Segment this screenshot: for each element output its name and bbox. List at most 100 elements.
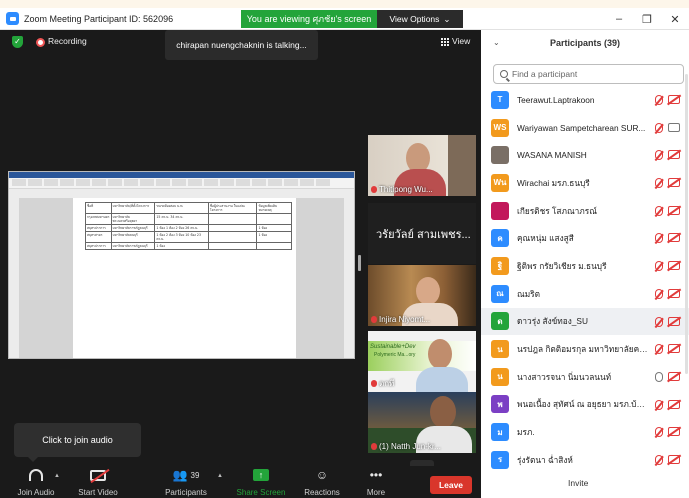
tile-name-large: วรัยวัลย์ สามเพชร...	[376, 229, 471, 241]
participant-row[interactable]: ค คุณหนุ่ม แสงสูสี	[481, 224, 689, 252]
headphone-icon	[29, 469, 43, 481]
mic-icon	[655, 371, 663, 382]
participant-name: Wariyawan Sampetcharean SUR...	[517, 122, 646, 133]
title-bar: Zoom Meeting Participant ID: 562096 You …	[0, 8, 689, 30]
more-button[interactable]: ••• More	[364, 466, 388, 498]
mic-muted-icon	[655, 316, 663, 327]
video-tile[interactable]: Sustainable+Dev Polymeric Ma...ory ตกที	[368, 331, 476, 392]
viewing-screen-label: You are viewing ศุภชัย's screen	[241, 10, 377, 28]
share-screen-icon: ↑	[253, 469, 269, 481]
video-off-icon	[668, 233, 680, 243]
video-tile[interactable]: Thitipong Wu...	[368, 135, 476, 196]
document-table-cell: ชื่อผู้ประสานงาน ในแต่ละโครงการ	[207, 202, 258, 214]
participant-row[interactable]: WS Wariyawan Sampetcharean SUR...	[481, 114, 689, 142]
viewing-banner: You are viewing ศุภชัย's screen View Opt…	[241, 10, 463, 28]
participant-row[interactable]: น นางสาวรจนา นิ่มนวลนนท์	[481, 363, 689, 391]
tile-name: ตกที	[379, 379, 395, 388]
background-logo-subtext: Polymeric Ma...ory	[374, 352, 416, 358]
document-table-cell: ขนาดห้องสอบ ม.ท.	[154, 202, 209, 214]
audio-options-caret[interactable]: ▲	[52, 466, 62, 498]
video-off-icon	[668, 454, 680, 464]
leave-button[interactable]: Leave	[430, 476, 472, 494]
participant-name: Teerawut.Laptrakoon	[517, 94, 595, 105]
document-table-cell	[207, 213, 258, 225]
grid-view-icon[interactable]	[441, 38, 449, 46]
share-screen-button[interactable]: ↑ Share Screen	[236, 466, 286, 498]
participant-avatar: พ	[491, 395, 509, 414]
participant-row[interactable]: WASANA MANISH	[481, 141, 689, 169]
chevron-down-icon: ⌄	[443, 13, 451, 24]
mic-muted-icon	[655, 288, 663, 299]
mic-muted-icon	[371, 380, 377, 387]
participant-row[interactable]: ณ ณมริต	[481, 280, 689, 308]
document-table-cell	[207, 224, 258, 232]
minimize-button[interactable]: –	[608, 10, 630, 28]
document-table-cell	[256, 242, 292, 250]
view-button[interactable]: View	[452, 36, 470, 46]
participant-name: นรปฎล กิตติอมรกุล มหาวิทยาลัยคริสเ...	[517, 344, 649, 355]
recording-icon	[36, 38, 45, 47]
document-table-cell	[207, 231, 258, 243]
zoom-logo-icon	[6, 12, 19, 25]
video-off-icon	[668, 150, 680, 160]
participant-row[interactable]: พ พนอเนื้อง สุทัศน์ ณ อยุธยา มรภ.บ้าน...	[481, 391, 689, 419]
participants-options-caret[interactable]: ▲	[215, 466, 225, 498]
participants-icon: 👥	[172, 468, 188, 482]
document-table-cell: 1 ห้อง	[256, 224, 292, 232]
document-table-cell: สมุทรปราการ	[85, 224, 112, 232]
participants-count: 39	[190, 470, 200, 480]
document-table-cell: มหาวิทยาลัย/ที่ตั้งโครงการ	[110, 202, 156, 214]
more-icon: •••	[369, 468, 383, 482]
maximize-button[interactable]: ❐	[636, 10, 658, 28]
participant-avatar: T	[491, 90, 509, 109]
document-table-row: กรุงเทพมหานคร มหาวิทยาลัยพระนครศรีอยุธยา 1…	[85, 213, 292, 225]
participant-row[interactable]: T Teerawut.Laptrakoon	[481, 86, 689, 114]
tile-name: (1) Natth Jun-kr...	[379, 442, 441, 451]
panel-scrollbar[interactable]	[685, 74, 688, 374]
participant-row[interactable]: เกียรติชร โสภณาภรณ์	[481, 197, 689, 225]
search-icon	[500, 70, 508, 78]
participant-row[interactable]: ร รุ่งรัตนา ฉ่ำสิงห์	[481, 446, 689, 474]
document-table-cell: ข้อมูลเพิ่มเติม หมายเหตุ	[256, 202, 292, 214]
share-screen-label: Share Screen	[236, 488, 286, 497]
video-tile[interactable]: วรัยวัลย์ สามเพชร...	[368, 203, 476, 264]
video-tile[interactable]: Injira Niyomt...	[368, 265, 476, 326]
close-button[interactable]: ✕	[664, 10, 686, 28]
security-shield-icon[interactable]: ✓	[12, 36, 23, 48]
participant-avatar: ค	[491, 229, 509, 248]
participant-avatar: น	[491, 340, 509, 359]
participant-avatar: Wน	[491, 173, 509, 192]
participant-row[interactable]: ม มรภ.	[481, 418, 689, 446]
participant-search[interactable]	[493, 64, 684, 84]
reactions-button[interactable]: ☺ Reactions	[302, 466, 342, 498]
background-logo-text: Sustainable+Dev	[370, 344, 416, 350]
document-table-cell: 1 ห้อง	[154, 242, 209, 250]
participant-avatar: ฐิ	[491, 256, 509, 275]
shared-screen: ชื่อที่ มหาวิทยาลัย/ที่ตั้งโครงการ ขนาดห้อ…	[8, 171, 355, 359]
participant-row[interactable]: Wน Wirachai มรภ.ธนบุรี	[481, 169, 689, 197]
start-video-label: Start Video	[78, 488, 118, 497]
view-options-button[interactable]: View Options ⌄	[377, 10, 463, 28]
participant-row[interactable]: ฐิ ฐิติพร กรัยวิเชียร ม.ธนบุรี	[481, 252, 689, 280]
document-table-cell: มหาวิทยาลัยพระนครศรีอยุธยา	[110, 213, 156, 225]
caret-up-icon: ▲	[217, 473, 223, 479]
document-table: ชื่อที่ มหาวิทยาลัย/ที่ตั้งโครงการ ขนาดห้อ…	[85, 202, 292, 250]
mic-muted-icon	[655, 427, 663, 438]
invite-button[interactable]: Invite	[568, 478, 588, 488]
participant-name: มรภ.	[517, 427, 535, 438]
search-input[interactable]	[512, 69, 672, 79]
mic-muted-icon	[371, 186, 377, 193]
participant-name: ดาวรุ่ง สังข์ทอง_SU	[517, 316, 588, 327]
document-table-cell: สมุทรปราการ	[85, 242, 112, 250]
document-table-cell: มหาวิทยาลัยราชภัฏธนบุรี	[110, 224, 156, 232]
participant-row[interactable]: ด ดาวรุ่ง สังข์ทอง_SU	[481, 307, 689, 336]
view-options-label: View Options	[389, 14, 440, 24]
video-tile[interactable]: (1) Natth Jun-kr...	[368, 392, 476, 453]
participants-button[interactable]: 👥 39 Participants	[163, 466, 209, 498]
split-divider-handle[interactable]	[358, 255, 361, 271]
participant-name: ณมริต	[517, 288, 541, 299]
mic-muted-icon	[655, 178, 663, 189]
join-audio-tooltip[interactable]: Click to join audio	[14, 423, 141, 457]
participant-row[interactable]: น นรปฎล กิตติอมรกุล มหาวิทยาลัยคริสเ...	[481, 335, 689, 363]
start-video-button[interactable]: Start Video	[76, 466, 120, 498]
